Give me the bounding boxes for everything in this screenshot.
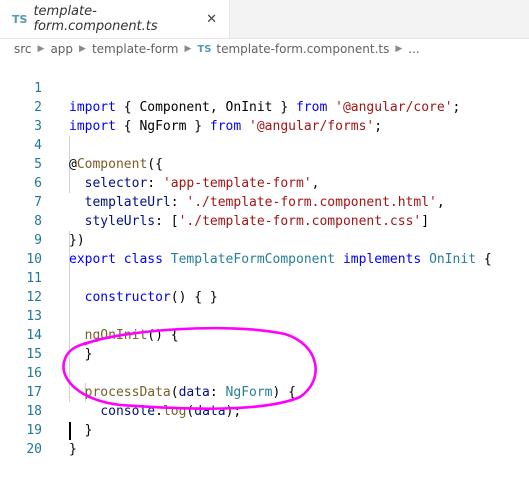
code-line: 3 <box>0 98 529 134</box>
code-line: 11 constructor() { } <box>0 250 529 305</box>
code-line: 8 }) <box>0 193 529 248</box>
code-line: 2 import { NgForm } from '@angular/forms… <box>0 79 529 134</box>
code-line: 15 <box>0 326 529 362</box>
code-line: 5 selector: 'app-template-form', <box>0 136 529 191</box>
code-line: 14 } <box>0 307 529 362</box>
breadcrumb: src ▶ app ▶ template-form ▶ TS template-… <box>0 38 529 60</box>
breadcrumb-item-file[interactable]: template-form.component.ts <box>216 42 389 56</box>
line-number: 20 <box>26 442 42 457</box>
code-line: 19 } <box>0 402 529 457</box>
tab-label: template-form.component.ts <box>33 4 158 34</box>
code-line: 9 export class TemplateFormComponent imp… <box>0 212 529 267</box>
code-line: 10 <box>0 231 529 267</box>
chevron-right-icon: ▶ <box>184 44 192 54</box>
code-line: 16 processData(data: NgForm) { <box>0 345 529 400</box>
code-editor[interactable]: 1 import { Component, OnInit } from '@an… <box>0 60 529 457</box>
code-line: 18 } <box>0 383 529 438</box>
breadcrumb-item-app[interactable]: app <box>50 42 73 56</box>
code-line: 12 <box>0 269 529 305</box>
code-line: 4 @Component({ <box>0 117 529 172</box>
typescript-file-icon: TS <box>197 43 212 55</box>
tab-template-form-component[interactable]: TS template-form.component.ts ✕ <box>0 0 230 38</box>
breadcrumb-ellipsis[interactable]: ... <box>408 42 419 56</box>
code-line: 20 <box>0 421 529 457</box>
code-line: 17 console.log(data); <box>0 364 529 419</box>
breadcrumb-item-src[interactable]: src <box>14 42 32 56</box>
code-line: 7 styleUrls: ['./template-form.component… <box>0 174 529 229</box>
code-line: 13 ngOnInit() { <box>0 288 529 343</box>
code-text: } <box>69 442 77 457</box>
text-cursor <box>69 422 71 440</box>
breadcrumb-item-template-form[interactable]: template-form <box>92 42 178 56</box>
close-icon[interactable]: ✕ <box>206 12 217 27</box>
typescript-file-icon: TS <box>12 12 28 26</box>
code-line: 6 templateUrl: './template-form.componen… <box>0 155 529 210</box>
chevron-right-icon: ▶ <box>395 44 403 54</box>
chevron-right-icon: ▶ <box>37 44 45 54</box>
chevron-right-icon: ▶ <box>79 44 86 54</box>
editor-tab-bar: TS template-form.component.ts ✕ <box>0 0 529 39</box>
code-line: 1 import { Component, OnInit } from '@an… <box>0 60 529 115</box>
